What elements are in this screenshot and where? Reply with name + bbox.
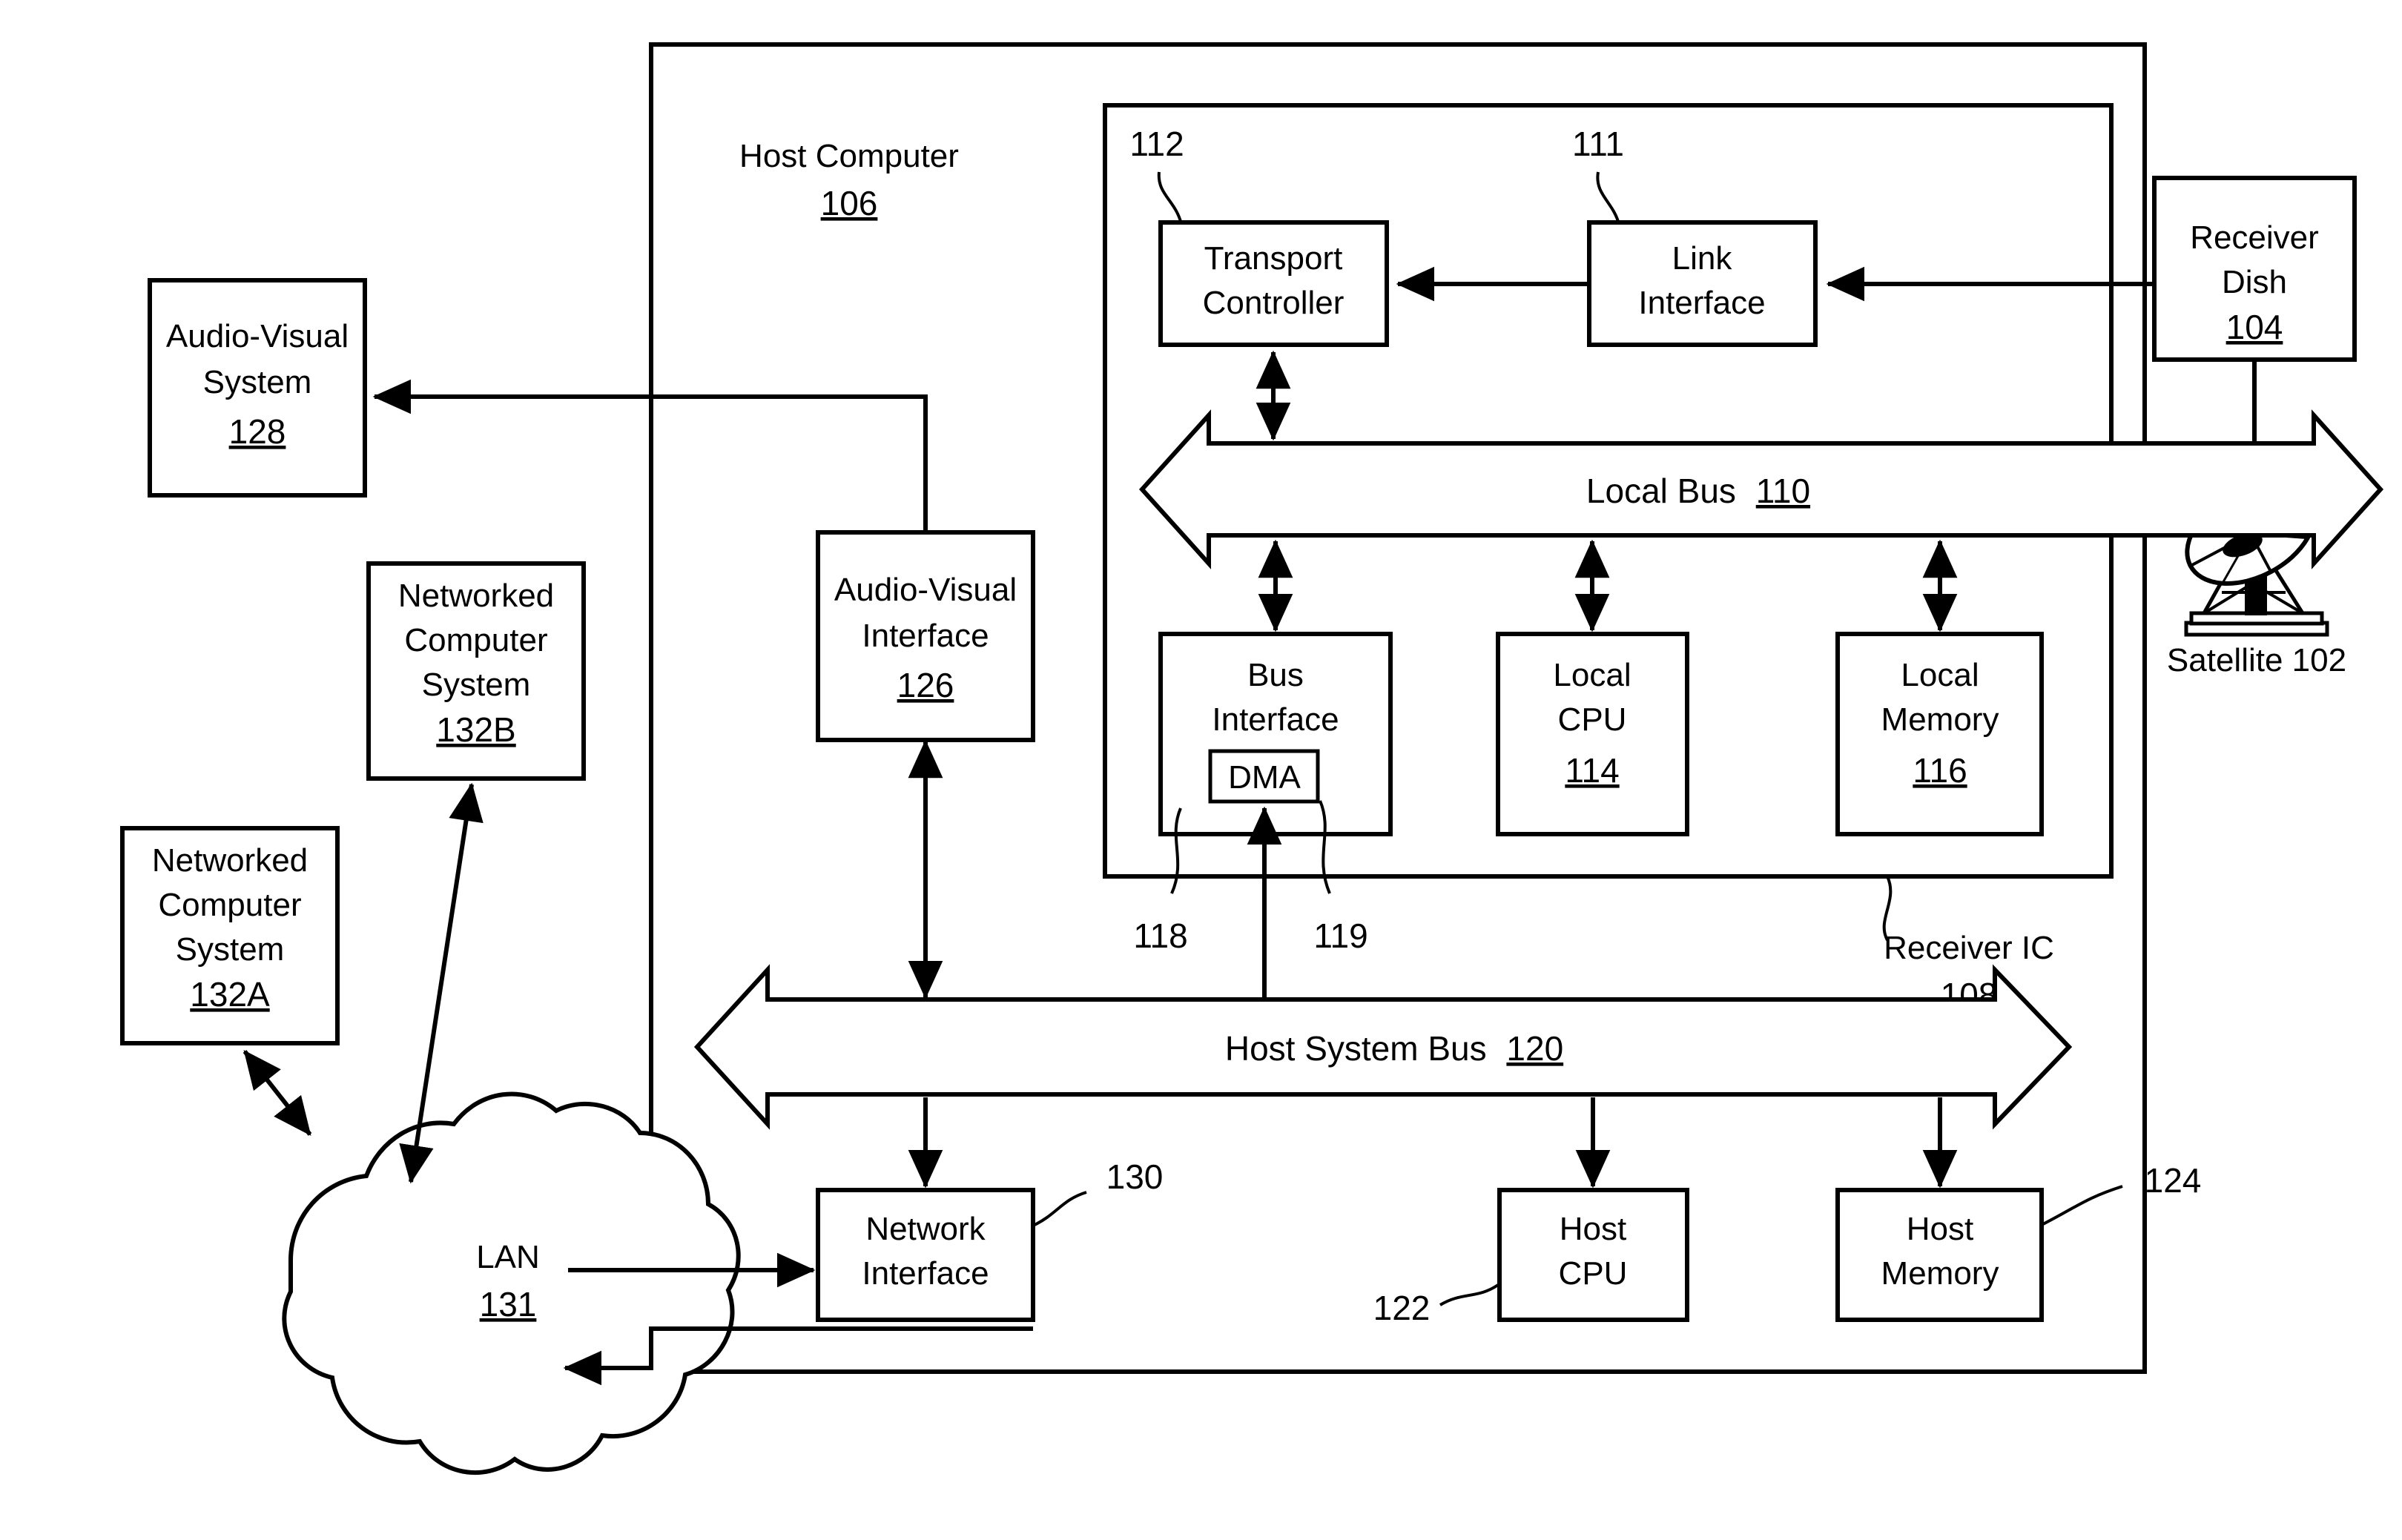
audio-visual-interface-ref: 126	[897, 666, 954, 704]
transport-controller-leader	[1157, 171, 1183, 225]
ref-130: 130	[1106, 1157, 1164, 1196]
link-interface-ref: 111	[1572, 125, 1624, 163]
ref-124: 124	[2145, 1161, 2202, 1200]
audio-visual-interface-label-line2: Interface	[862, 618, 989, 654]
ncs-a-label-line2: Computer	[158, 887, 301, 923]
network-interface-label-line2: Interface	[862, 1255, 989, 1292]
local-cpu-ref: 114	[1565, 751, 1619, 790]
ncs-b-label-line1: Networked	[398, 578, 554, 614]
host-cpu-label-line2: CPU	[1559, 1255, 1628, 1292]
wire-ncsa-lan	[242, 1050, 312, 1136]
local-bus-ref: 110	[1756, 472, 1810, 510]
link-interface-label-line2: Interface	[1638, 285, 1765, 321]
ncs-b-ref: 132B	[436, 710, 515, 749]
lan-ref: 131	[480, 1285, 537, 1323]
local-memory-ref: 116	[1913, 751, 1967, 790]
satellite-label: Satellite 102	[2167, 642, 2346, 678]
receiver-dish-label-line2: Dish	[2222, 264, 2287, 300]
receiver-ic-label: Receiver IC	[1884, 930, 2054, 966]
local-memory-label-line1: Local	[1901, 657, 1979, 693]
svg-text:Host System Bus 120: Host System Bus 120	[1225, 1029, 1563, 1068]
ref-119: 119	[1313, 916, 1367, 955]
receiver-dish-ref: 104	[2226, 308, 2283, 346]
host-cpu-label-line1: Host	[1560, 1211, 1626, 1247]
host-memory-label-line1: Host	[1907, 1211, 1973, 1247]
figure-canvas: Host Computer 106 Receiver IC 108 Transp…	[0, 0, 2402, 1540]
dma-label: DMA	[1228, 759, 1301, 796]
transport-controller-label-line1: Transport	[1204, 240, 1343, 277]
ref-122: 122	[1373, 1289, 1431, 1327]
link-interface-label-line1: Link	[1672, 240, 1733, 277]
ncs-a-label-line3: System	[176, 931, 285, 968]
link-interface-leader	[1596, 171, 1620, 225]
local-cpu-label-line2: CPU	[1558, 701, 1627, 738]
host-memory-label-line2: Memory	[1881, 1255, 1999, 1292]
audio-visual-system-ref: 128	[229, 412, 286, 451]
transport-controller-ref: 112	[1129, 125, 1184, 163]
ref-124-leader	[2041, 1185, 2123, 1226]
ncs-a-ref: 132A	[190, 975, 270, 1014]
host-computer-label: Host Computer	[739, 138, 959, 174]
network-interface-label-line1: Network	[865, 1211, 986, 1247]
receiver-dish-label-line1: Receiver	[2190, 219, 2319, 256]
host-system-bus: Host System Bus 120	[693, 964, 2073, 1130]
bus-interface-label-line1: Bus	[1247, 657, 1304, 693]
audio-visual-system-label-line1: Audio-Visual	[166, 318, 349, 354]
lan-label: LAN	[476, 1239, 540, 1275]
local-memory-label-line2: Memory	[1881, 701, 1999, 738]
audio-visual-system-label-line2: System	[203, 364, 312, 400]
bus-interface-label-line2: Interface	[1212, 701, 1339, 738]
local-bus-label: Local Bus	[1586, 472, 1736, 510]
ncs-a-label-line1: Networked	[152, 842, 308, 879]
transport-controller-label-line2: Controller	[1203, 285, 1344, 321]
audio-visual-interface-label-line1: Audio-Visual	[834, 572, 1017, 608]
svg-text:Local Bus 110: Local Bus 110	[1586, 472, 1810, 510]
ncs-b-label-line2: Computer	[404, 622, 547, 658]
host-computer-ref: 106	[821, 184, 878, 222]
ref-118: 118	[1133, 916, 1187, 955]
host-system-bus-ref: 120	[1506, 1029, 1563, 1068]
block-diagram: Host Computer 106 Receiver IC 108 Transp…	[120, 42, 2384, 1475]
lan-cloud[interactable]: LAN 131	[282, 1091, 741, 1475]
ref-130-leader	[1032, 1191, 1087, 1227]
ref-122-leader	[1439, 1283, 1499, 1306]
host-system-bus-label: Host System Bus	[1225, 1029, 1487, 1068]
ncs-b-label-line3: System	[422, 667, 531, 703]
local-cpu-label-line1: Local	[1553, 657, 1631, 693]
